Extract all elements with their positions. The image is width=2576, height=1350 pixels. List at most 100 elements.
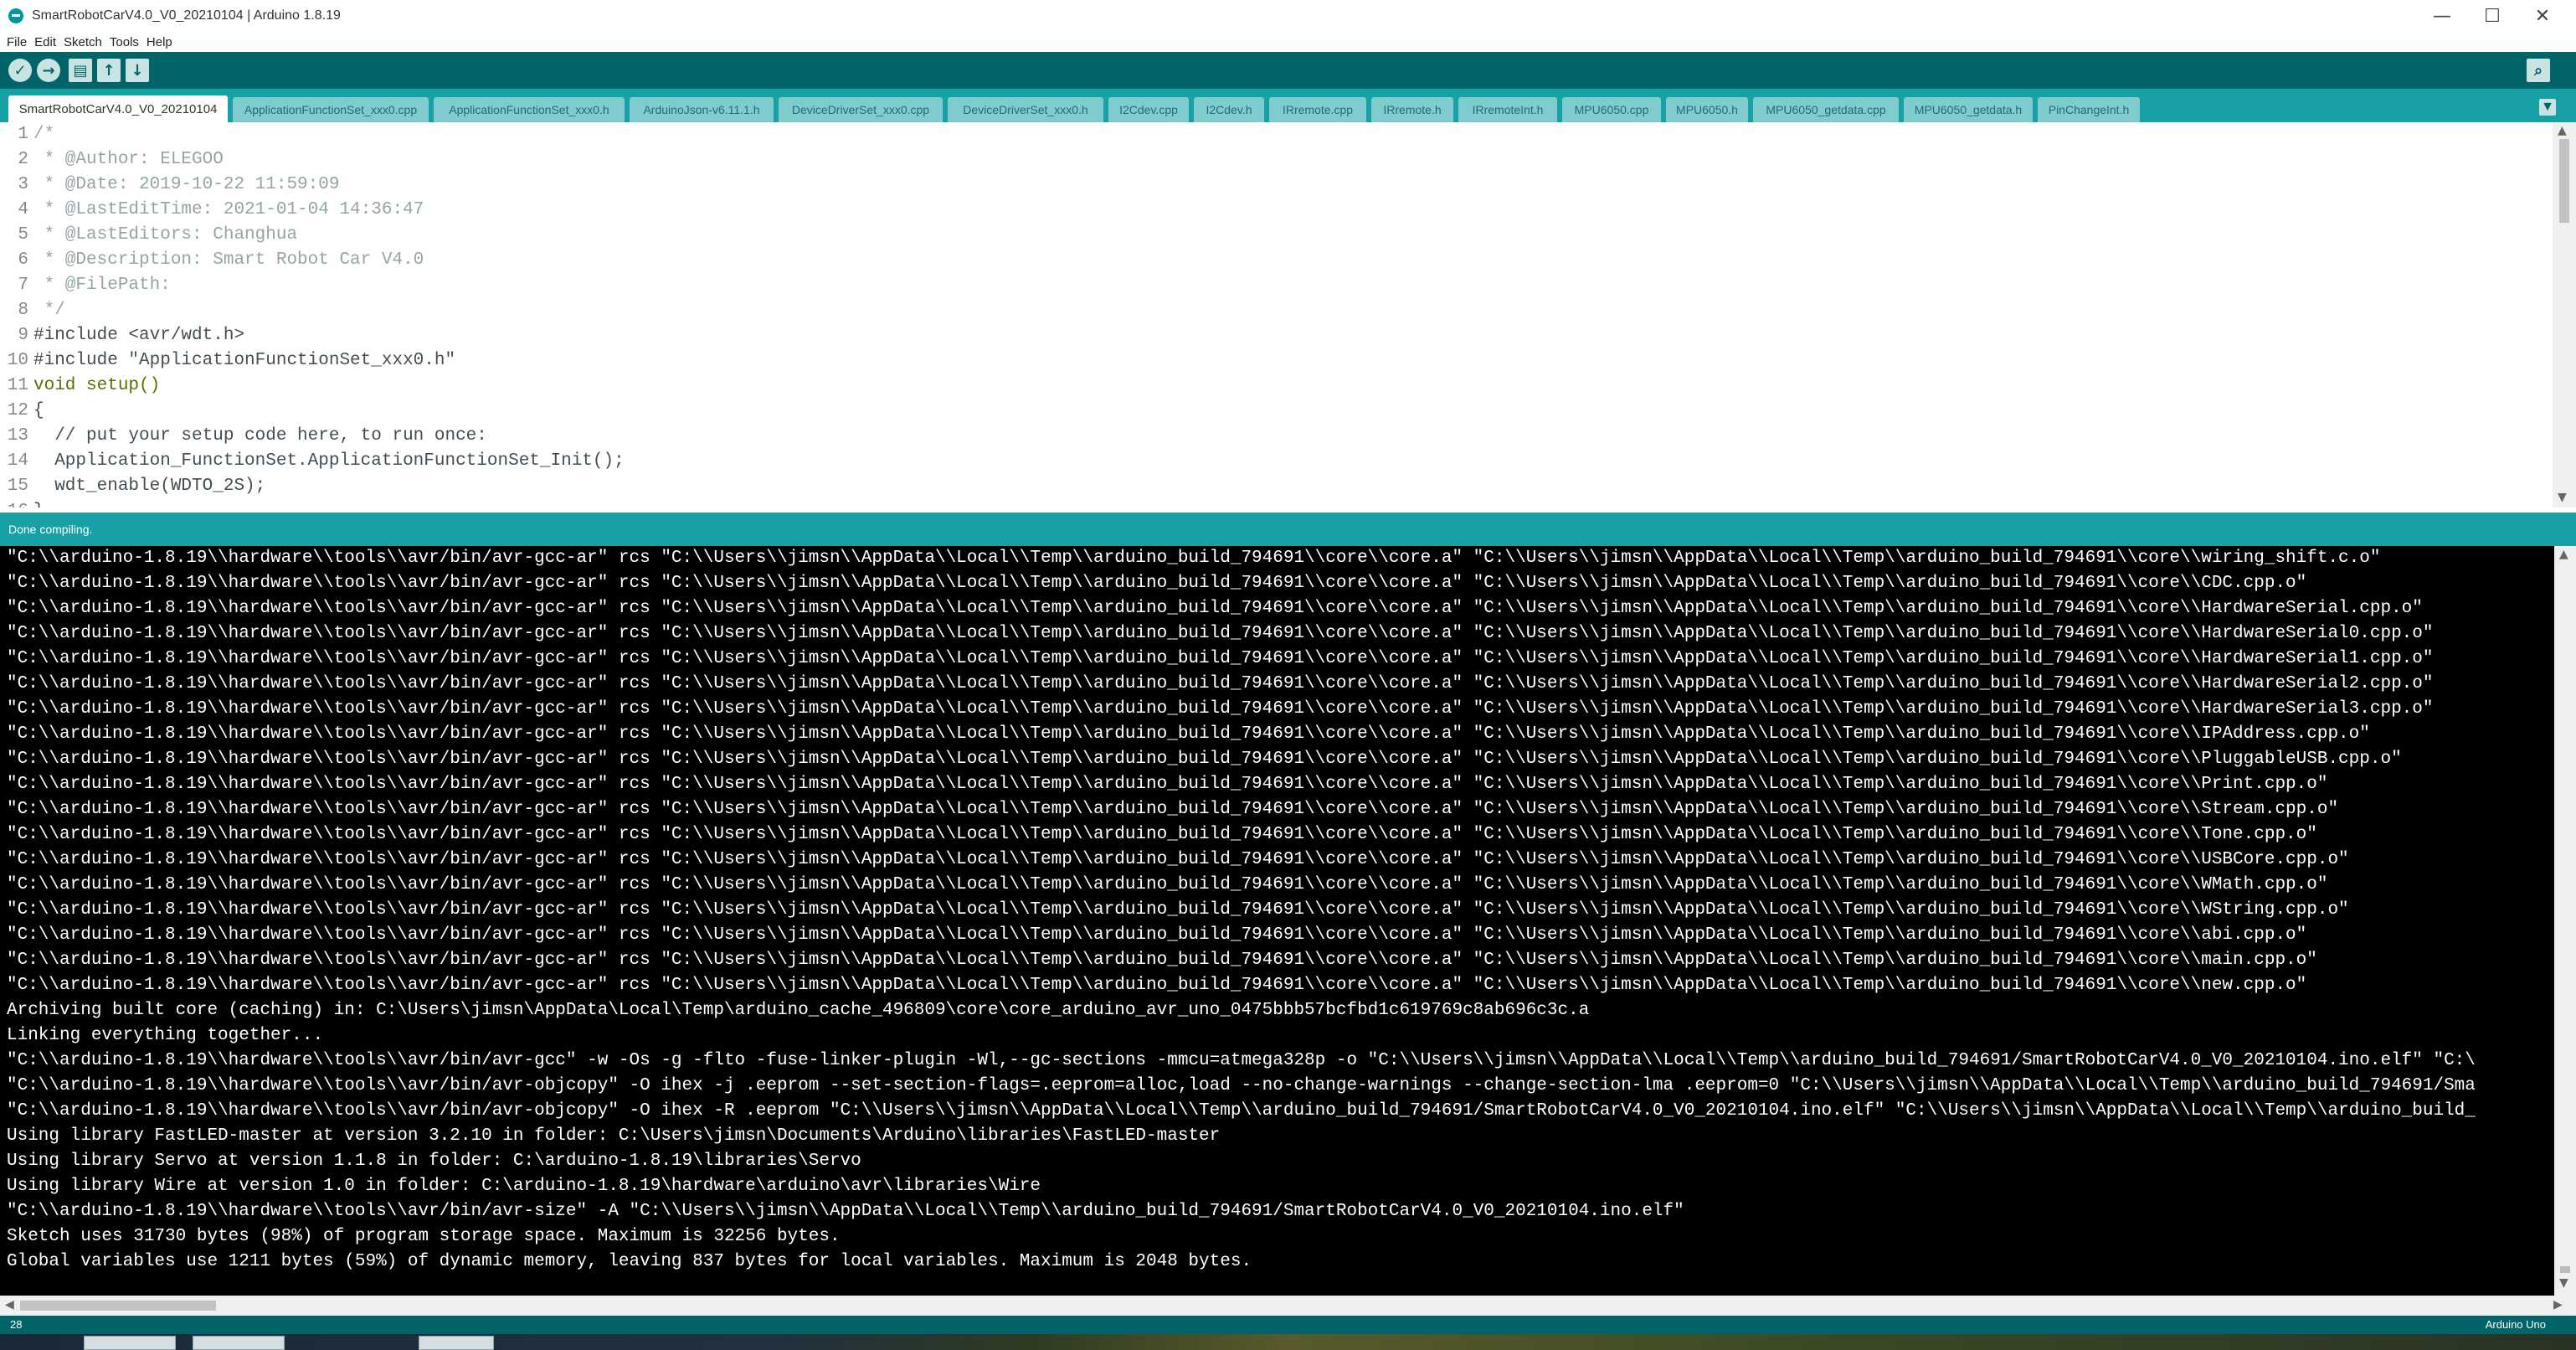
tab-file[interactable]: MPU6050_getdata.cpp <box>1753 97 1899 122</box>
console-line: "C:\\arduino-1.8.19\\hardware\\tools\\av… <box>7 549 2381 568</box>
scroll-up-icon[interactable]: ▲ <box>2559 548 2568 561</box>
menu-tools[interactable]: Tools <box>110 35 139 49</box>
code-line: 6 * @Description: Smart Robot Car V4.0 <box>0 248 2545 273</box>
console-line: "C:\\arduino-1.8.19\\hardware\\tools\\av… <box>7 850 2349 869</box>
code-text: * @Date: 2019-10-22 11:59:09 <box>33 175 340 194</box>
tab-file[interactable]: I2Cdev.cpp <box>1108 97 1189 122</box>
editor-scroll-thumb[interactable] <box>2559 139 2569 223</box>
scroll-up-icon[interactable]: ▲ <box>2558 124 2567 137</box>
menu-file[interactable]: File <box>7 35 27 49</box>
console-vertical-scrollbar[interactable]: ▲ ▼ <box>2554 546 2576 1296</box>
tab-file[interactable]: DeviceDriverSet_xxx0.cpp <box>779 97 943 122</box>
scroll-right-icon[interactable]: ▶ <box>2553 1298 2563 1311</box>
console-line: Archiving built core (caching) in: C:\Us… <box>7 1001 1590 1020</box>
editor-scrollbar[interactable]: ▲ ▼ <box>2553 122 2576 508</box>
tab-file[interactable]: ArduinoJson-v6.11.1.h <box>630 97 774 122</box>
menu-edit[interactable]: Edit <box>34 35 56 49</box>
tab-file[interactable]: ApplicationFunctionSet_xxx0.h <box>434 97 625 122</box>
scroll-down-icon[interactable]: ▼ <box>2559 1276 2568 1290</box>
code-line: 3 * @Date: 2019-10-22 11:59:09 <box>0 173 2545 198</box>
console-line: Using library Wire at version 1.0 in fol… <box>7 1177 1041 1196</box>
code-text: * @LastEditTime: 2021-01-04 14:36:47 <box>33 200 424 219</box>
code-text: */ <box>33 301 65 320</box>
tab-file[interactable]: IRremoteInt.h <box>1458 97 1557 122</box>
console-line: Global variables use 1211 bytes (59%) of… <box>7 1252 1252 1271</box>
save-sketch-button[interactable]: ↓ <box>126 59 149 82</box>
console-output[interactable]: "C:\\arduino-1.8.19\\hardware\\tools\\av… <box>0 546 2576 1296</box>
menu-help[interactable]: Help <box>147 35 172 49</box>
board-name: Arduino Uno <box>2485 1318 2546 1331</box>
open-sketch-button[interactable]: ↑ <box>97 59 121 82</box>
code-text: * @Author: ELEGOO <box>33 150 224 169</box>
console-line: "C:\\arduino-1.8.19\\hardware\\tools\\av… <box>7 1076 2476 1095</box>
arduino-logo-icon <box>8 8 23 23</box>
console-line: "C:\\arduino-1.8.19\\hardware\\tools\\av… <box>7 825 2317 844</box>
taskbar-thumbnail[interactable] <box>84 1336 176 1350</box>
sketch-tab-bar: SmartRobotCarV4.0_V0_20210104 Applicatio… <box>0 89 2576 122</box>
code-text: * @Description: Smart Robot Car V4.0 <box>33 250 424 270</box>
upload-button[interactable]: → <box>37 59 60 82</box>
os-taskbar <box>0 1334 2576 1350</box>
tab-file[interactable]: MPU6050.cpp <box>1562 97 1661 122</box>
console-line: "C:\\arduino-1.8.19\\hardware\\tools\\av… <box>7 624 2434 643</box>
scroll-left-icon[interactable]: ◀ <box>5 1298 14 1311</box>
console-line: "C:\\arduino-1.8.19\\hardware\\tools\\av… <box>7 1202 1684 1221</box>
tab-file[interactable]: MPU6050.h <box>1666 97 1748 122</box>
taskbar-thumbnail[interactable] <box>419 1336 494 1350</box>
serial-monitor-button[interactable]: ⌕ <box>2527 59 2550 82</box>
code-line: 5 * @LastEditors: Changhua <box>0 223 2545 248</box>
line-number: 4 <box>18 200 28 219</box>
toolbar: ✓ → ▤ ↑ ↓ ⌕ <box>0 52 2576 89</box>
tab-file[interactable]: IRremote.cpp <box>1269 97 1366 122</box>
tab-file[interactable]: I2Cdev.h <box>1194 97 1264 122</box>
code-line: 4 * @LastEditTime: 2021-01-04 14:36:47 <box>0 198 2545 223</box>
console-line: "C:\\arduino-1.8.19\\hardware\\tools\\av… <box>7 775 2328 794</box>
line-number: 8 <box>18 301 28 320</box>
tab-menu-button[interactable]: ▼ <box>2539 99 2556 116</box>
console-line: Sketch uses 31730 bytes (98%) of program… <box>7 1227 841 1246</box>
console-line: "C:\\arduino-1.8.19\\hardware\\tools\\av… <box>7 599 2423 618</box>
console-line: "C:\\arduino-1.8.19\\hardware\\tools\\av… <box>7 900 2349 920</box>
console-line: "C:\\arduino-1.8.19\\hardware\\tools\\av… <box>7 674 2434 693</box>
line-number: 2 <box>18 150 28 169</box>
code-text: { <box>33 401 44 420</box>
new-sketch-button[interactable]: ▤ <box>69 59 92 82</box>
console-line: "C:\\arduino-1.8.19\\hardware\\tools\\av… <box>7 750 2402 769</box>
taskbar-thumbnail[interactable] <box>193 1336 285 1350</box>
tab-file[interactable]: MPU6050_getdata.h <box>1904 97 2033 122</box>
line-number: 16 <box>0 499 33 508</box>
minimize-button[interactable]: — <box>2416 0 2468 32</box>
code-line: 16} <box>0 499 2545 508</box>
scroll-down-icon[interactable]: ▼ <box>2558 491 2567 504</box>
close-button[interactable]: ✕ <box>2517 0 2568 32</box>
line-number: 14 <box>7 451 28 471</box>
tab-main-sketch[interactable]: SmartRobotCarV4.0_V0_20210104 <box>8 95 228 122</box>
tab-file[interactable]: PinChangeInt.h <box>2038 97 2140 122</box>
footer-bar: 28 Arduino Uno <box>0 1316 2576 1334</box>
console-line: "C:\\arduino-1.8.19\\hardware\\tools\\av… <box>7 649 2434 668</box>
tab-file[interactable]: ApplicationFunctionSet_xxx0.cpp <box>233 97 429 122</box>
console-line: "C:\\arduino-1.8.19\\hardware\\tools\\av… <box>7 976 2307 995</box>
console-horizontal-scrollbar[interactable]: ◀ ▶ <box>0 1296 2576 1316</box>
tab-file[interactable]: IRremote.h <box>1371 97 1453 122</box>
maximize-button[interactable]: ☐ <box>2466 0 2518 32</box>
code-line: 7 * @FilePath: <box>0 273 2545 298</box>
menu-sketch[interactable]: Sketch <box>64 35 102 49</box>
console-line: "C:\\arduino-1.8.19\\hardware\\tools\\av… <box>7 1051 2476 1070</box>
code-line: 13 // put your setup code here, to run o… <box>0 424 2545 449</box>
console-hscroll-thumb[interactable] <box>20 1301 216 1311</box>
verify-button[interactable]: ✓ <box>8 59 32 82</box>
line-number: 7 <box>18 276 28 295</box>
console-scroll-thumb[interactable] <box>2560 1266 2570 1273</box>
console-line: "C:\\arduino-1.8.19\\hardware\\tools\\av… <box>7 800 2339 819</box>
code-line: 12 { <box>0 399 2545 424</box>
console-line: "C:\\arduino-1.8.19\\hardware\\tools\\av… <box>7 875 2328 894</box>
cursor-line-number: 28 <box>10 1318 23 1331</box>
tab-file[interactable]: DeviceDriverSet_xxx0.h <box>948 97 1103 122</box>
line-number: 9 <box>18 326 28 345</box>
console-line: Using library Servo at version 1.1.8 in … <box>7 1152 861 1171</box>
menu-bar: File Edit Sketch Tools Help <box>0 32 2576 52</box>
window-title: SmartRobotCarV4.0_V0_20210104 | Arduino … <box>32 8 341 23</box>
code-text: wdt_enable(WDTO_2S); <box>33 477 266 496</box>
code-editor[interactable]: 1 /* 2 * @Author: ELEGOO 3 * @Date: 2019-… <box>0 122 2576 508</box>
